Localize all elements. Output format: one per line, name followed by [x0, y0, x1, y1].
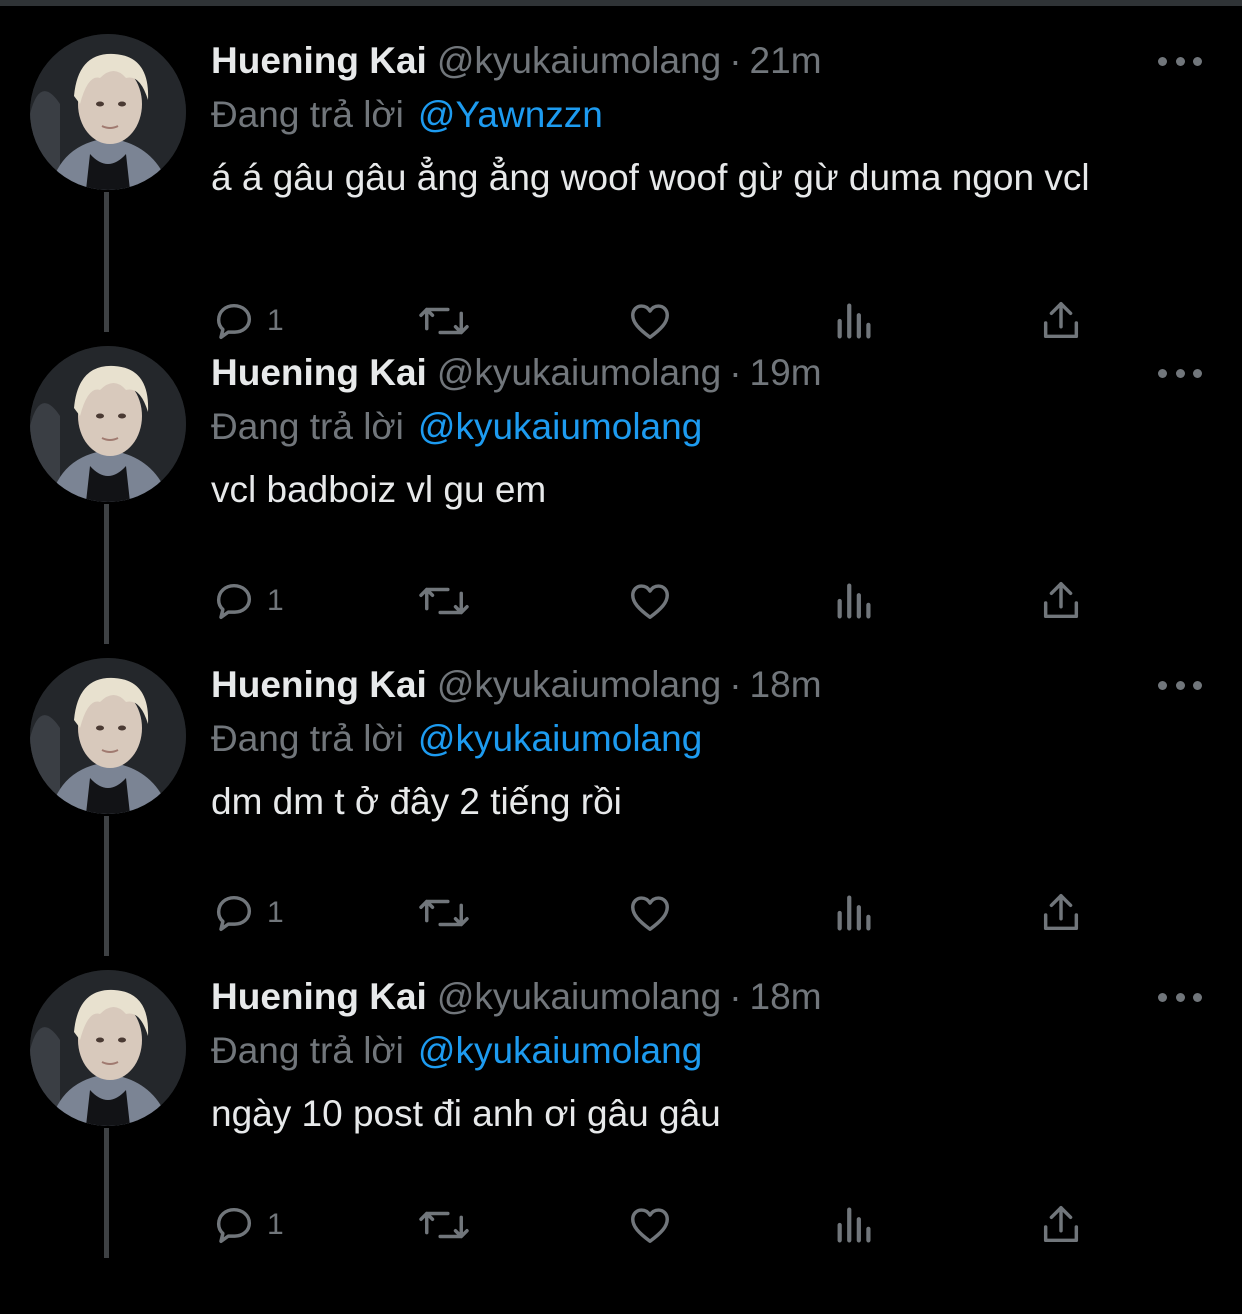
author-name[interactable]: Huening Kai [211, 976, 427, 1017]
like-button[interactable] [626, 576, 674, 626]
more-options-icon[interactable] [1158, 674, 1202, 696]
timestamp[interactable]: 18m [750, 976, 822, 1017]
action-bar: 1 [211, 1200, 1091, 1250]
reply-mention-link[interactable]: @kyukaiumolang [418, 718, 702, 759]
tweet-header: Huening Kai @kyukaiumolang · 21m [211, 36, 822, 86]
reply-mention-link[interactable]: @kyukaiumolang [418, 1030, 702, 1071]
reply-button[interactable]: 1 [211, 888, 284, 938]
retweet-button[interactable] [416, 576, 472, 626]
tweet[interactable]: Huening Kai @kyukaiumolang · 18m Đang trả l… [0, 630, 1242, 956]
timestamp[interactable]: 21m [750, 40, 822, 81]
author-name[interactable]: Huening Kai [211, 352, 427, 393]
views-button[interactable] [833, 1200, 877, 1250]
tweet[interactable]: Huening Kai @kyukaiumolang · 19m Đang trả l… [0, 318, 1242, 644]
author-name[interactable]: Huening Kai [211, 40, 427, 81]
heart-icon [631, 584, 669, 620]
share-upload-icon [1043, 1206, 1079, 1243]
action-bar: 1 [211, 576, 1091, 626]
thread-connector-line [104, 504, 109, 644]
replying-to-label: Đang trả lời [211, 718, 404, 759]
thread-connector-line [104, 192, 109, 332]
tweet-header: Huening Kai @kyukaiumolang · 19m [211, 348, 822, 398]
tweet[interactable]: Huening Kai @kyukaiumolang · 21m Đang trả l… [0, 6, 1242, 340]
share-upload-icon [1043, 582, 1079, 619]
separator-dot: · [729, 664, 742, 705]
retweet-arrows-icon [419, 587, 469, 615]
bar-chart-icon [837, 1207, 871, 1243]
reply-count: 1 [267, 584, 284, 617]
author-handle[interactable]: @kyukaiumolang [437, 352, 721, 393]
tweet[interactable]: Huening Kai @kyukaiumolang · 18m Đang trả l… [0, 942, 1242, 1258]
bar-chart-icon [837, 583, 871, 619]
more-options-icon[interactable] [1158, 986, 1202, 1008]
tweet-text: á á gâu gâu ẳng ẳng woof woof gừ gừ duma… [211, 157, 1090, 198]
replying-to: Đang trả lời @kyukaiumolang [211, 1026, 702, 1076]
separator-dot: · [729, 40, 742, 81]
tweet-header: Huening Kai @kyukaiumolang · 18m [211, 660, 822, 710]
heart-icon [631, 1208, 669, 1244]
replying-to-label: Đang trả lời [211, 1030, 404, 1071]
tweet-header: Huening Kai @kyukaiumolang · 18m [211, 972, 822, 1022]
author-name[interactable]: Huening Kai [211, 664, 427, 705]
separator-dot: · [729, 976, 742, 1017]
reply-thread: Huening Kai @kyukaiumolang · 21m Đang trả l… [0, 6, 1242, 1258]
reply-bubble-icon [216, 583, 252, 620]
replying-to: Đang trả lời @kyukaiumolang [211, 714, 702, 764]
more-options-icon[interactable] [1158, 50, 1202, 72]
retweet-button[interactable] [416, 888, 472, 938]
share-button[interactable] [1039, 888, 1083, 938]
tweet-text: dm dm t ở đây 2 tiếng rồi [211, 781, 622, 822]
retweet-button[interactable] [416, 1200, 472, 1250]
tweet-text: vcl badboiz vl gu em [211, 469, 547, 510]
reply-mention-link[interactable]: @Yawnzzn [418, 94, 603, 135]
separator-dot: · [729, 352, 742, 393]
tweet-text: ngày 10 post đi anh ơi gâu gâu [211, 1093, 721, 1134]
reply-count: 1 [267, 1208, 284, 1241]
share-button[interactable] [1039, 576, 1083, 626]
share-button[interactable] [1039, 1200, 1083, 1250]
reply-button[interactable]: 1 [211, 576, 284, 626]
avatar[interactable] [30, 34, 186, 190]
timestamp[interactable]: 19m [750, 352, 822, 393]
views-button[interactable] [833, 888, 877, 938]
replying-to-label: Đang trả lời [211, 406, 404, 447]
bar-chart-icon [837, 895, 871, 931]
author-handle[interactable]: @kyukaiumolang [437, 976, 721, 1017]
replying-to-label: Đang trả lời [211, 94, 404, 135]
like-button[interactable] [626, 888, 674, 938]
thread-connector-line [104, 816, 109, 956]
like-button[interactable] [626, 1200, 674, 1250]
share-upload-icon [1043, 894, 1079, 931]
reply-button[interactable]: 1 [211, 1200, 284, 1250]
author-handle[interactable]: @kyukaiumolang [437, 40, 721, 81]
reply-bubble-icon [216, 1207, 252, 1244]
avatar[interactable] [30, 970, 186, 1126]
action-bar: 1 [211, 888, 1091, 938]
reply-mention-link[interactable]: @kyukaiumolang [418, 406, 702, 447]
thread-connector-line [104, 1128, 109, 1258]
replying-to: Đang trả lời @kyukaiumolang [211, 402, 702, 452]
author-handle[interactable]: @kyukaiumolang [437, 664, 721, 705]
avatar[interactable] [30, 346, 186, 502]
heart-icon [631, 896, 669, 932]
avatar[interactable] [30, 658, 186, 814]
replying-to: Đang trả lời @Yawnzzn [211, 90, 603, 140]
timestamp[interactable]: 18m [750, 664, 822, 705]
retweet-arrows-icon [419, 1211, 469, 1239]
reply-bubble-icon [216, 895, 252, 932]
retweet-arrows-icon [419, 899, 469, 927]
more-options-icon[interactable] [1158, 362, 1202, 384]
reply-count: 1 [267, 896, 284, 929]
views-button[interactable] [833, 576, 877, 626]
